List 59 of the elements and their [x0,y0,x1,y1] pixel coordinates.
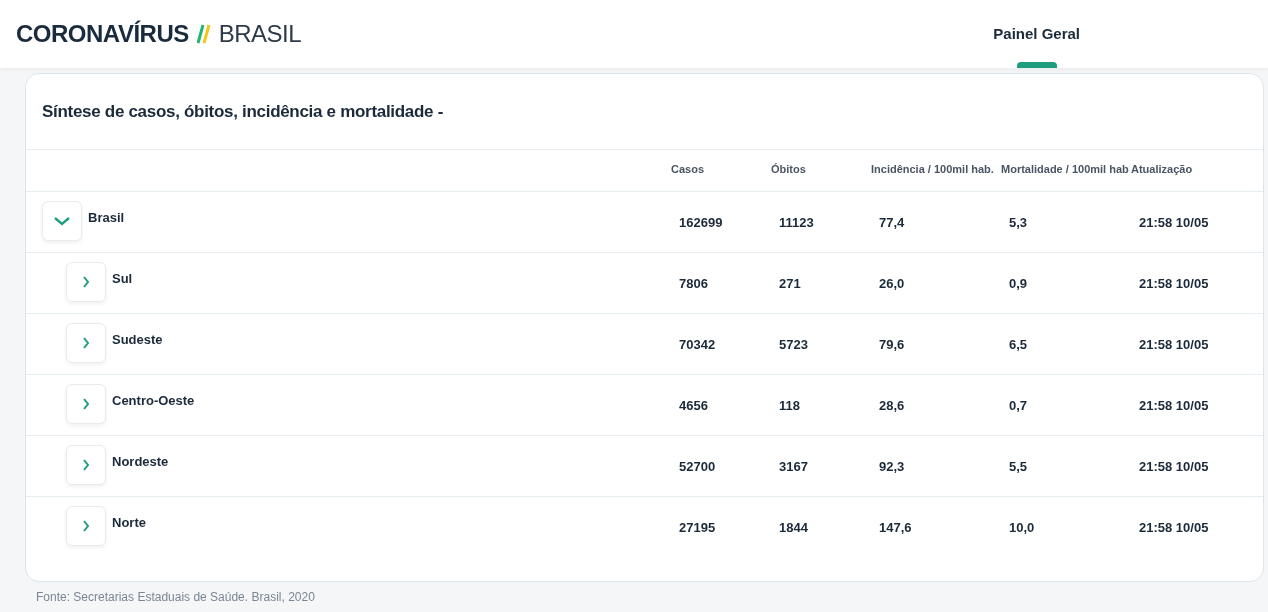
table-cell-text: 5723 [778,335,809,354]
column-header: Casos [671,162,706,178]
table-cell-text: 28,6 [878,396,906,415]
table-cell-text: 147,6 [878,518,913,537]
table-cell-text: 21:58 10/05 [1138,213,1210,232]
expand-toggle[interactable] [66,505,106,546]
expand-toggle[interactable] [66,322,106,363]
chevron-right-icon [82,274,90,289]
table-cell-text: 118 [778,396,801,415]
table-cell-text: 5,5 [1008,457,1029,476]
column-header: Incidência / 100mil hab. [871,162,995,178]
table-cell-text: 4656 [678,396,709,415]
table-cell-text: 162699 [678,213,724,232]
table-cell-text: 79,6 [878,335,906,354]
logo-title: CORONAVÍRUS [16,19,189,49]
region-name: Nordeste [112,452,169,471]
chevron-down-icon [53,215,71,226]
nav-tab[interactable]: Painel Geral [975,0,1098,68]
panel-title: Síntese de casos, óbitos, incidência e mortalidade - [41,101,445,123]
table-cell-text: 21:58 10/05 [1138,274,1210,293]
chevron-right-icon [82,335,90,350]
table-cell-text: 26,0 [878,274,906,293]
region-name: Norte [112,513,146,532]
chevron-right-icon [82,457,90,472]
table-cell-text: 27195 [678,518,717,537]
slashes-icon [196,24,211,44]
region-name: Brasil [88,208,125,227]
expand-toggle[interactable] [66,383,106,424]
table-cell-text: 7806 [678,274,709,293]
region-name: Sudeste [112,330,163,349]
source-note: Fonte: Secretarias Estaduais de Saúde. Brasil, 2020 [35,589,316,606]
table-cell-text: 21:58 10/05 [1138,518,1210,537]
table-cell-text: 6,5 [1008,335,1029,354]
column-header: Atualização [1131,162,1194,178]
table-cell-text: 70342 [678,335,717,354]
table-cell-text: 11123 [778,213,815,232]
expand-toggle[interactable] [66,444,106,485]
table-cell-text: 0,7 [1008,396,1029,415]
table-cell-text: 21:58 10/05 [1138,457,1210,476]
table-cell-text: 271 [778,274,802,293]
table-cell-text: 92,3 [878,457,906,476]
chevron-right-icon [82,518,90,533]
chevron-right-icon [82,396,90,411]
expand-toggle[interactable] [42,200,82,241]
table-cell-text: 3167 [778,457,809,476]
table-cell-text: 0,9 [1008,274,1029,293]
region-name: Sul [112,269,133,288]
column-header: Óbitos [771,162,807,178]
table-cell-text: 10,0 [1008,518,1036,537]
table-cell-text: 21:58 10/05 [1138,335,1210,354]
table-cell-text: 5,3 [1008,213,1029,232]
region-name: Centro-Oeste [112,391,195,410]
column-header: Mortalidade / 100mil hab [1001,162,1130,178]
logo-subtitle: BRASIL [218,19,302,49]
table-cell-text: 77,4 [878,213,906,232]
table-cell-text: 21:58 10/05 [1138,396,1210,415]
table-cell-text: 1844 [778,518,809,537]
table-cell-text: 52700 [678,457,717,476]
expand-toggle[interactable] [66,261,106,302]
